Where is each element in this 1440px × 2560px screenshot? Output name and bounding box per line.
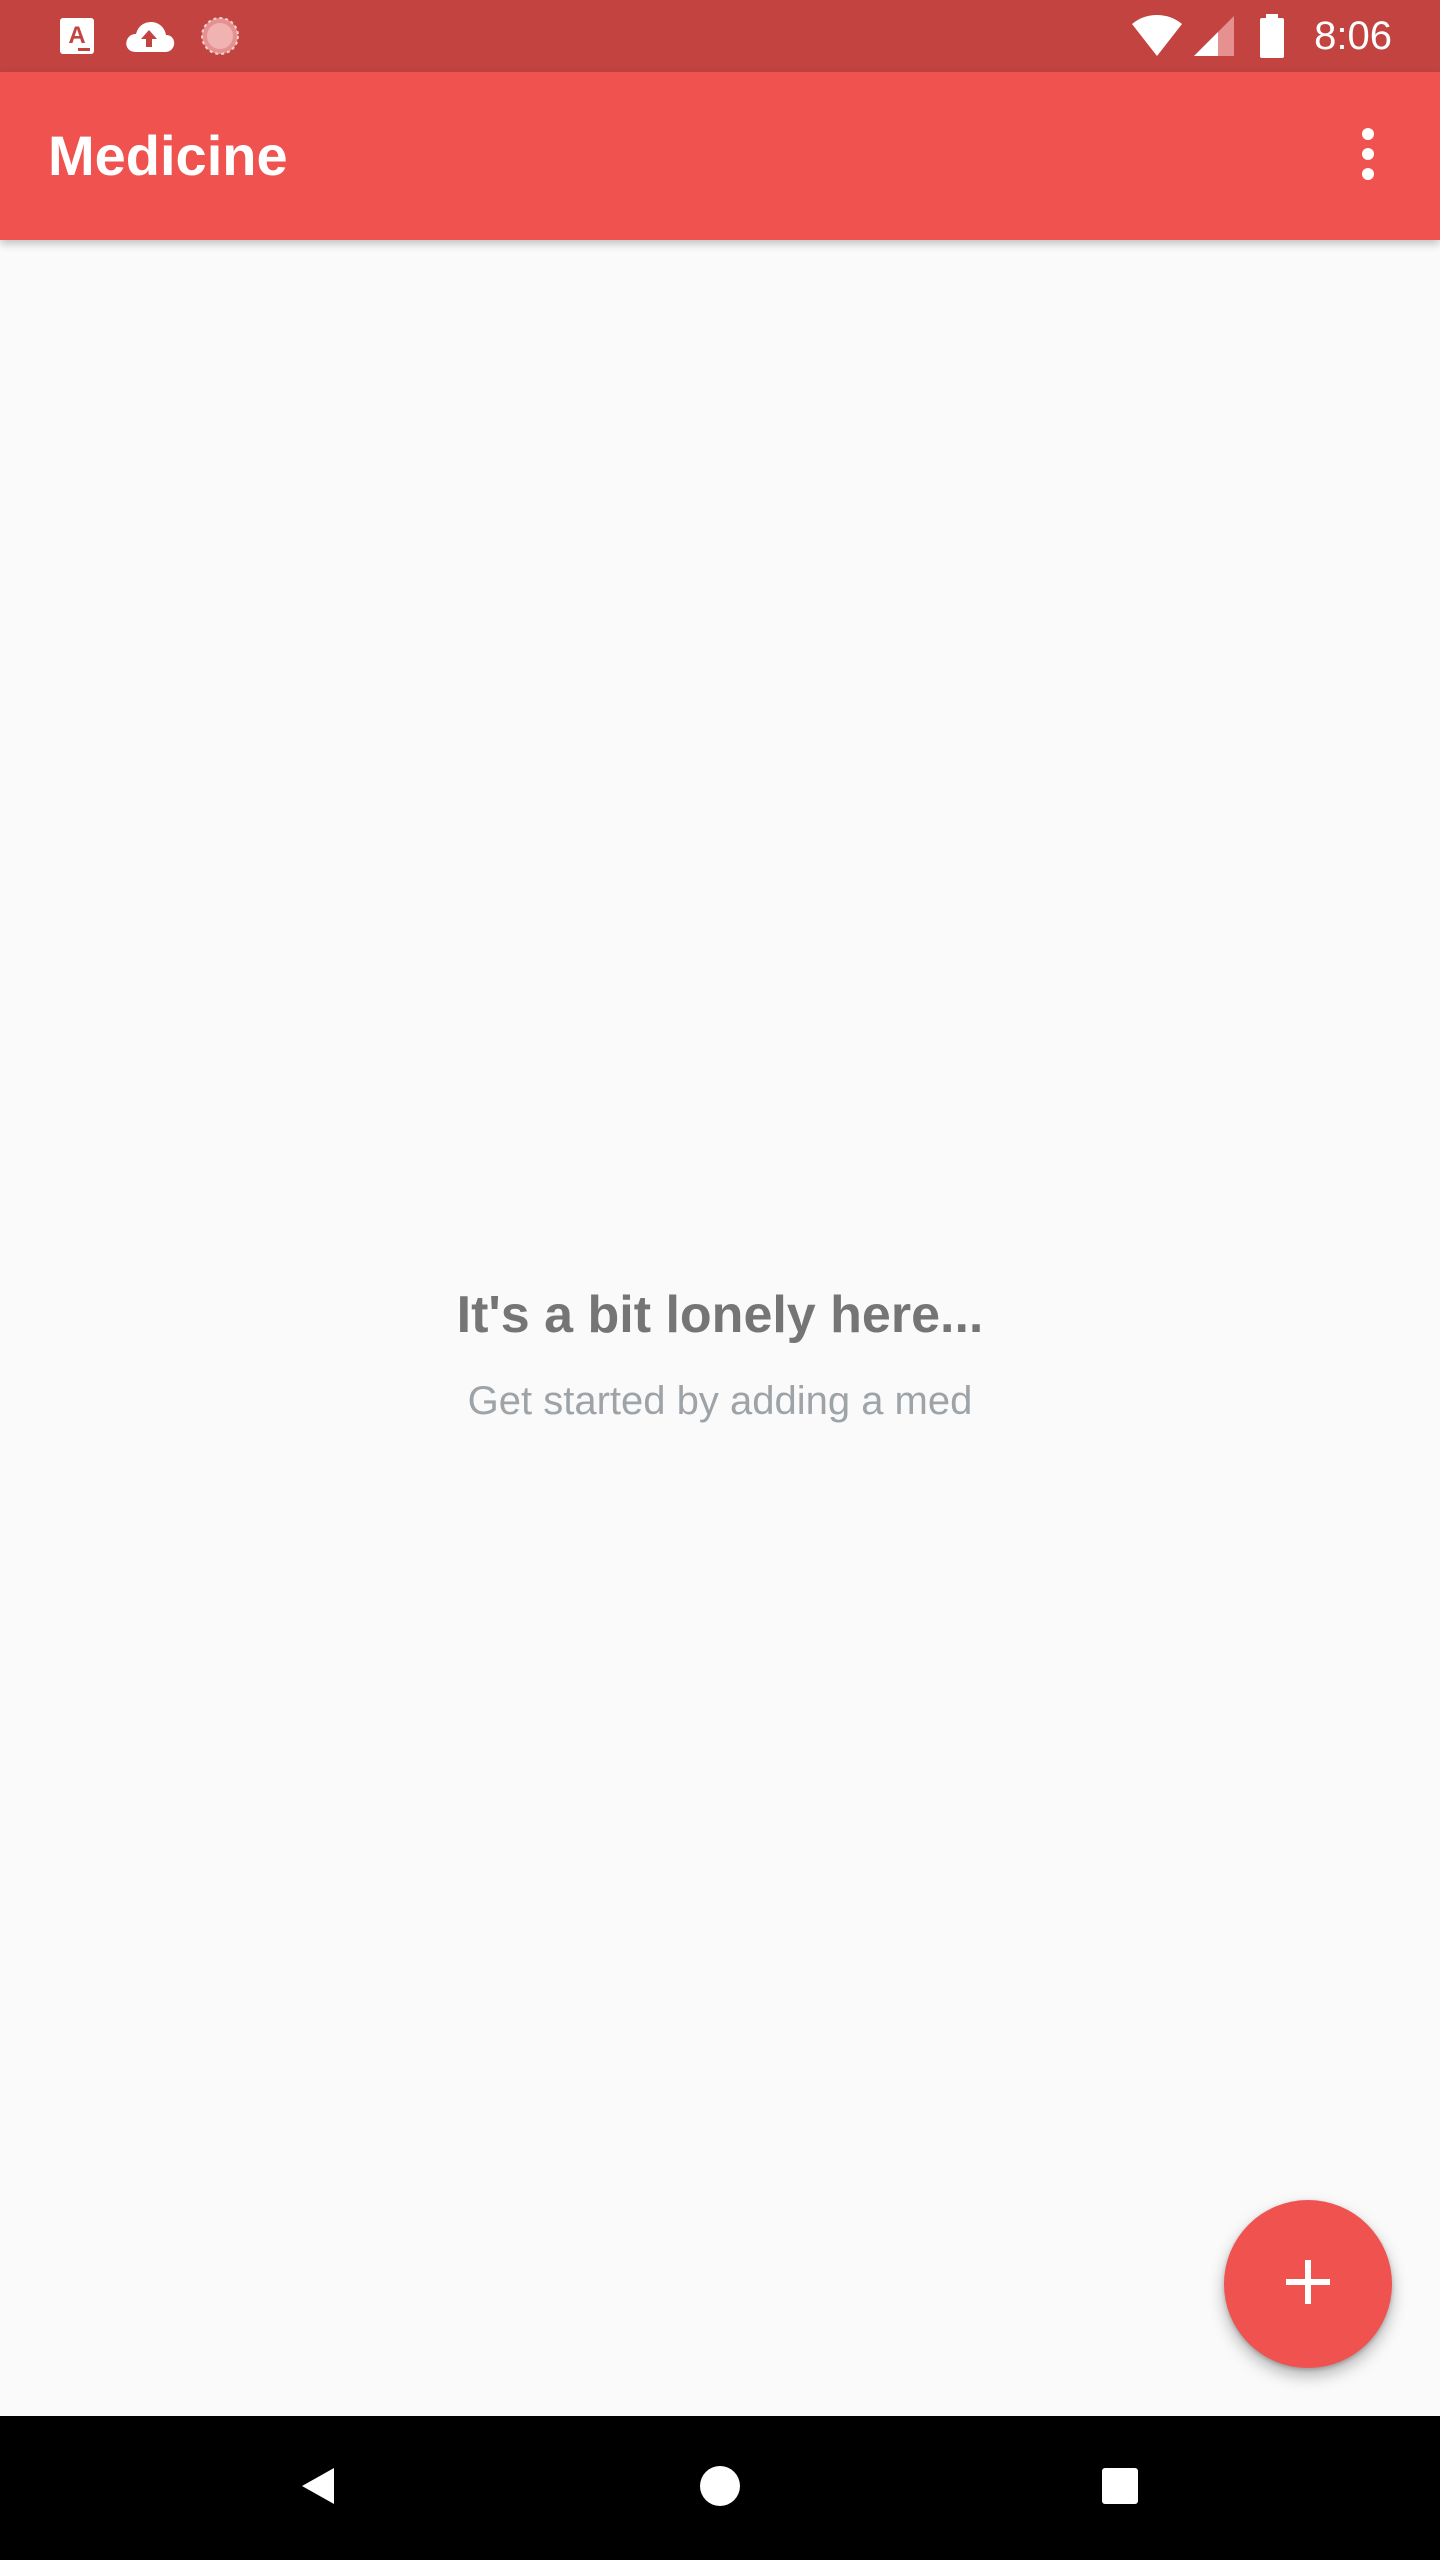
screen: A 8:06 Medicine It's a bit lonely here..… (0, 0, 1440, 2560)
back-icon (296, 2464, 340, 2513)
app-title: Medicine (48, 124, 288, 187)
wifi-icon (1130, 12, 1184, 56)
battery-icon (1258, 12, 1286, 58)
nav-home-button[interactable] (672, 2440, 768, 2536)
svg-text:A: A (68, 22, 85, 49)
empty-state: It's a bit lonely here... Get started by… (0, 1270, 1440, 1436)
nav-recents-button[interactable] (1072, 2440, 1168, 2536)
navigation-bar (0, 2416, 1440, 2560)
empty-state-subtitle: Get started by adding a med (467, 1379, 973, 1423)
empty-state-title: It's a bit lonely here... (456, 1286, 984, 1344)
overflow-menu-button[interactable] (1320, 108, 1416, 204)
a-letter-notification-icon: A (58, 16, 98, 56)
more-vert-icon (1360, 126, 1376, 187)
app-bar: Medicine (0, 72, 1440, 240)
cell-signal-icon (1192, 14, 1236, 56)
status-bar: A 8:06 (0, 0, 1440, 72)
status-time: 8:06 (1314, 14, 1392, 58)
home-icon (698, 2464, 742, 2513)
recents-icon (1100, 2466, 1140, 2511)
cloud-upload-icon (122, 16, 176, 56)
plus-icon (1284, 2258, 1332, 2311)
sync-spinner-icon (198, 16, 242, 56)
add-med-button[interactable] (1224, 2200, 1392, 2368)
nav-back-button[interactable] (270, 2440, 366, 2536)
